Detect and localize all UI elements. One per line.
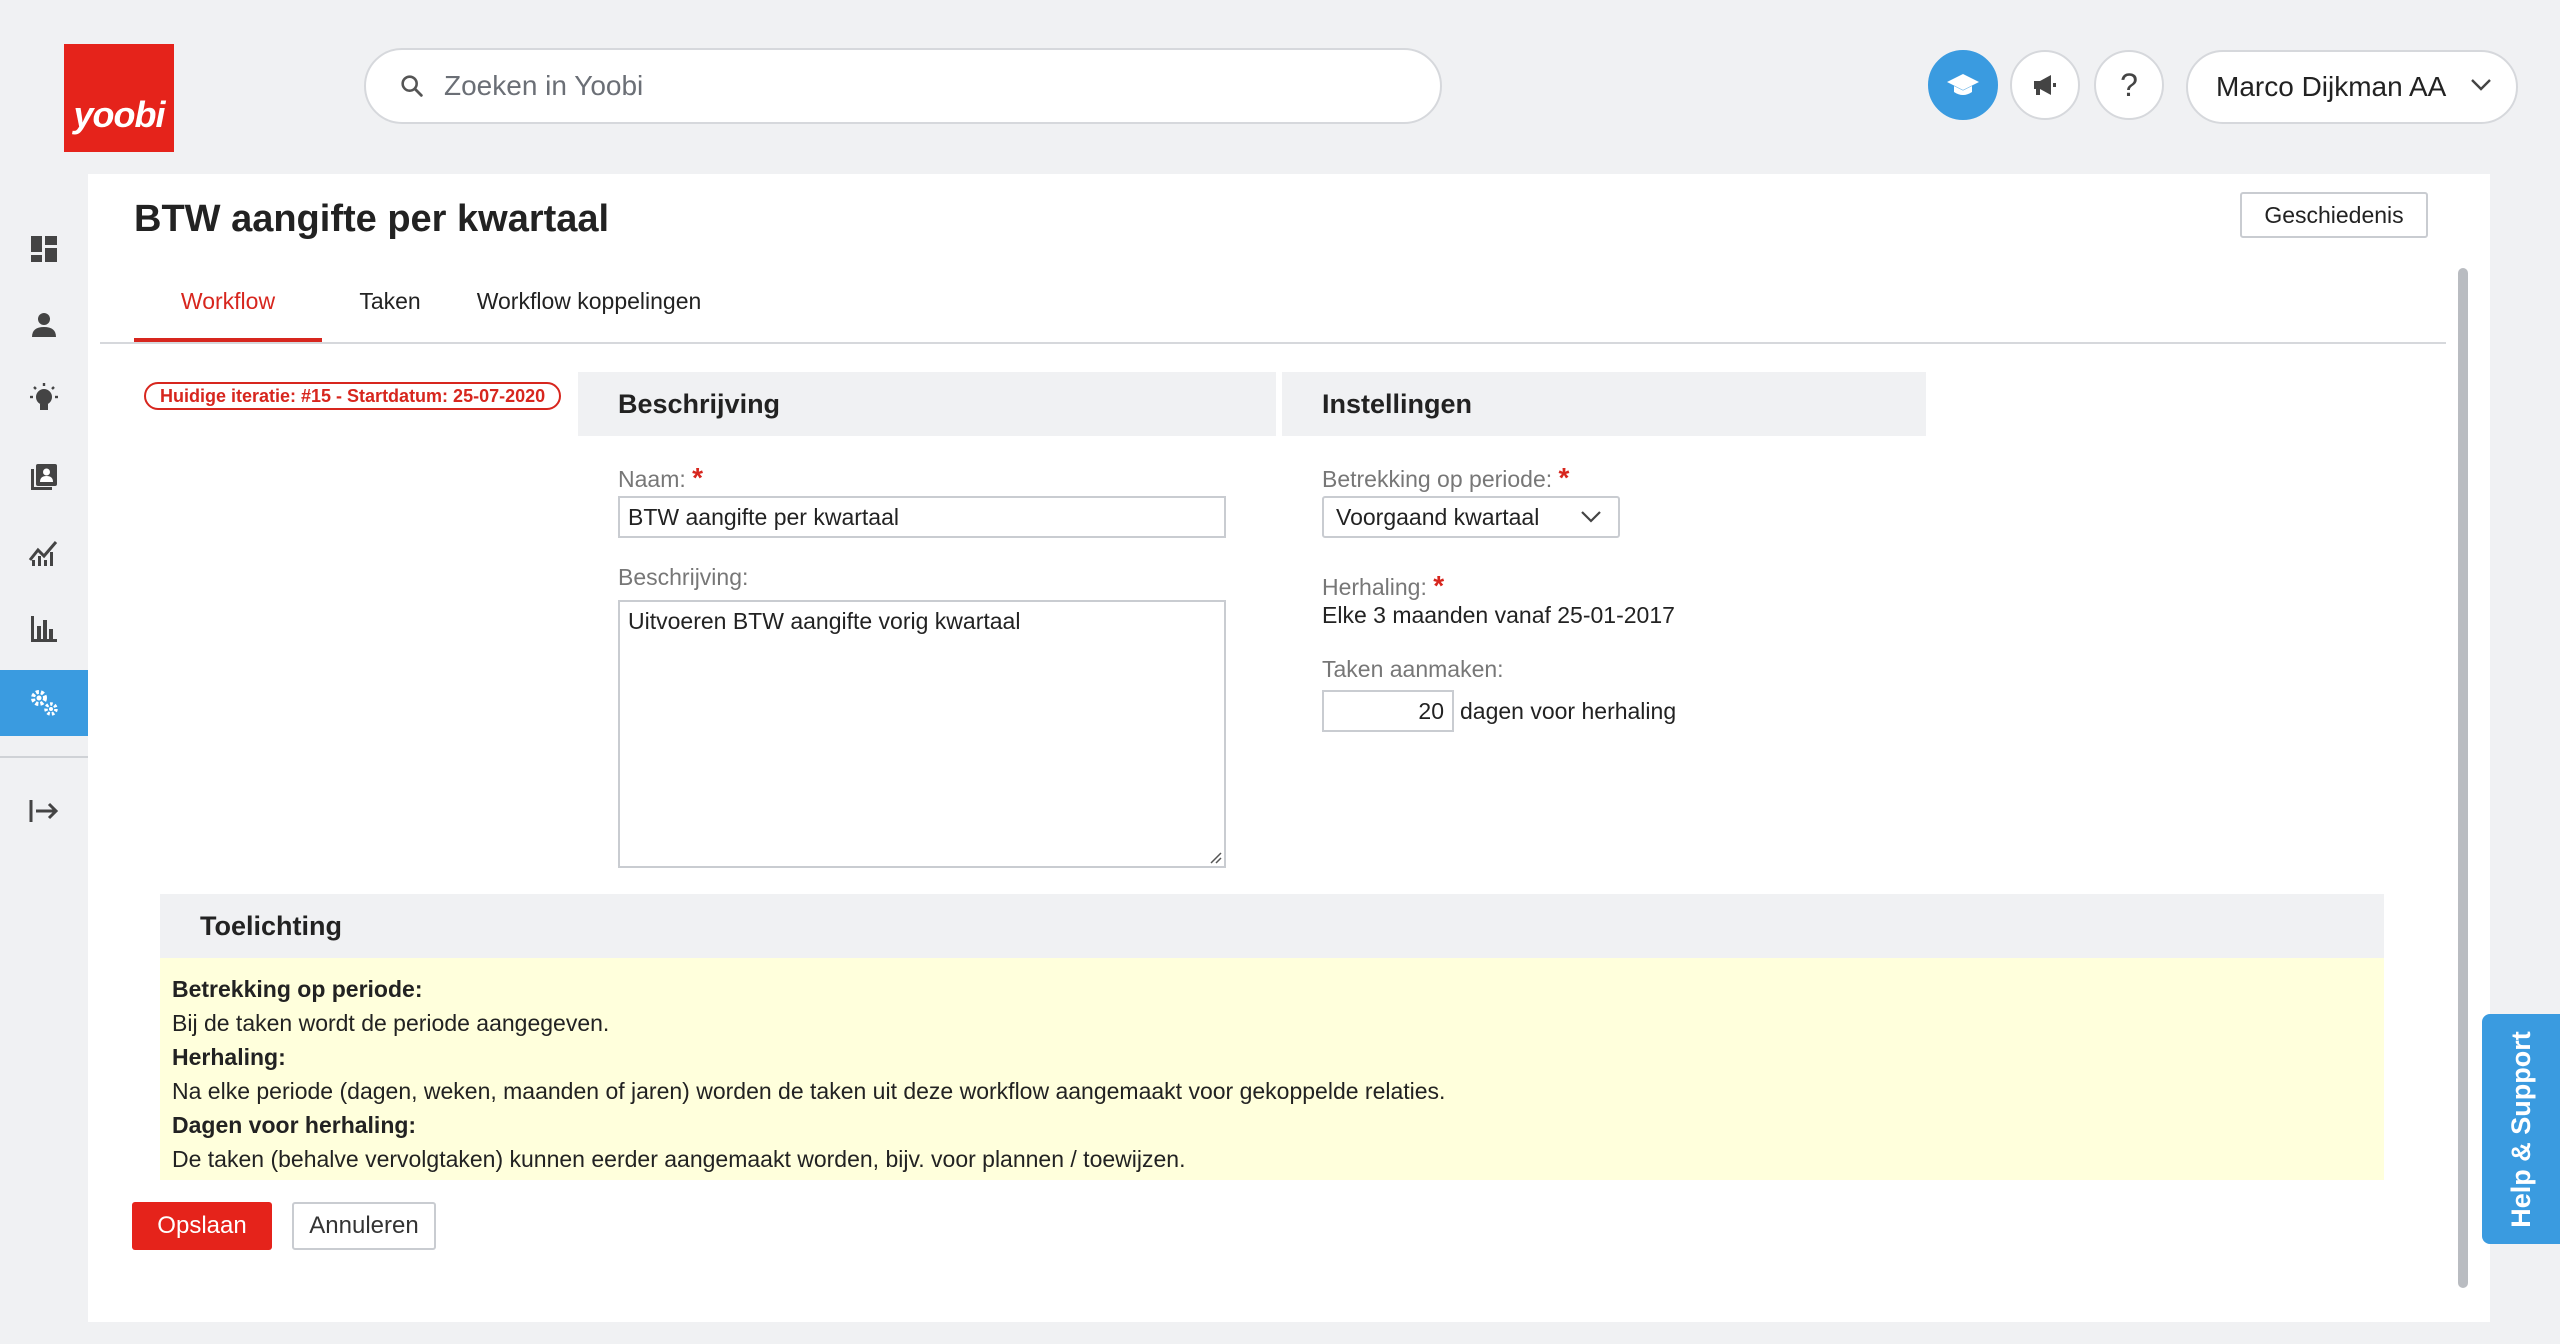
explanation-section-title: Toelichting: [160, 894, 2384, 958]
user-name: Marco Dijkman AA: [2216, 71, 2447, 102]
sidebar-item-ideas[interactable]: [0, 366, 88, 432]
person-icon: [32, 313, 56, 337]
megaphone-icon: [2034, 75, 2056, 95]
explanation-box: Betrekking op periode: Bij de taken word…: [160, 958, 2384, 1180]
description-text: Uitvoeren BTW aangifte vorig kwartaal: [628, 608, 1021, 634]
repeat-value: Elke 3 maanden vanaf 25-01-2017: [1322, 602, 1675, 628]
dashboard-icon: [31, 236, 57, 262]
logout-arrow-icon: [29, 800, 59, 822]
name-label-text: Naam:: [618, 466, 686, 492]
user-menu[interactable]: Marco Dijkman AA: [2186, 50, 2518, 124]
explanation-heading: Betrekking op periode:: [172, 976, 423, 1002]
search-icon: [401, 75, 423, 97]
sidebar-item-relations[interactable]: [0, 292, 88, 358]
trending-chart-icon: [28, 541, 58, 566]
tab-workflow[interactable]: Workflow: [134, 274, 322, 342]
contacts-book-icon: [31, 464, 57, 490]
name-label: Naam: *: [618, 462, 703, 494]
resize-grip-icon[interactable]: [1208, 850, 1222, 864]
settings-gears-icon: [31, 690, 58, 716]
explanation-text: De taken (behalve vervolgtaken) kunnen e…: [172, 1146, 1186, 1172]
history-button[interactable]: Geschiedenis: [2240, 192, 2428, 238]
chevron-down-icon: [1581, 511, 1601, 523]
graduation-cap-icon: [1947, 74, 1979, 95]
lightbulb-icon: [30, 383, 58, 410]
period-label: Betrekking op periode: *: [1322, 462, 1569, 494]
sidebar-item-contacts[interactable]: [0, 444, 88, 510]
required-mark: *: [1558, 462, 1570, 493]
name-input[interactable]: BTW aangifte per kwartaal: [618, 496, 1226, 538]
description-section-title: Beschrijving: [578, 372, 1276, 436]
yoobi-logo[interactable]: yoobi: [64, 44, 174, 152]
explanation-text: Bij de taken wordt de periode aangegeven…: [172, 1010, 610, 1036]
search-input[interactable]: [444, 70, 1344, 102]
iteration-badge: Huidige iteratie: #15 - Startdatum: 25-0…: [144, 382, 562, 410]
scrollbar-thumb[interactable]: [2458, 268, 2468, 1288]
settings-section-title: Instellingen: [1282, 372, 1926, 436]
create-days-input[interactable]: 20: [1322, 690, 1454, 732]
description-textarea[interactable]: Uitvoeren BTW aangifte vorig kwartaal: [618, 600, 1226, 868]
required-mark: *: [1433, 570, 1445, 601]
explanation-heading: Herhaling:: [172, 1044, 286, 1070]
repeat-label-text: Herhaling:: [1322, 574, 1427, 600]
sidebar-item-reports[interactable]: [0, 596, 88, 662]
sidebar-item-dashboard[interactable]: [0, 216, 88, 282]
sidebar-item-logout[interactable]: [0, 778, 88, 844]
tab-workflow-koppelingen[interactable]: Workflow koppelingen: [458, 274, 720, 342]
description-label: Beschrijving:: [618, 564, 749, 590]
page-title: BTW aangifte per kwartaal: [134, 198, 610, 240]
explanation-text: Na elke periode (dagen, weken, maanden o…: [172, 1078, 1446, 1104]
help-support-tab[interactable]: Help & Support: [2482, 1014, 2560, 1244]
sidebar-divider: [0, 756, 88, 758]
create-tasks-label: Taken aanmaken:: [1322, 656, 1504, 682]
repeat-label: Herhaling: *: [1322, 570, 1444, 602]
required-mark: *: [692, 462, 704, 493]
period-label-text: Betrekking op periode:: [1322, 466, 1553, 492]
explanation-heading: Dagen voor herhaling:: [172, 1112, 417, 1138]
help-button[interactable]: ?: [2094, 50, 2164, 120]
period-select[interactable]: Voorgaand kwartaal: [1322, 496, 1620, 538]
academy-button[interactable]: [1928, 50, 1998, 120]
period-select-value: Voorgaand kwartaal: [1336, 504, 1540, 530]
cancel-button[interactable]: Annuleren: [292, 1202, 436, 1250]
bar-chart-icon: [31, 616, 57, 642]
announcements-button[interactable]: [2010, 50, 2080, 120]
save-button[interactable]: Opslaan: [132, 1202, 272, 1250]
tab-divider: [100, 342, 2446, 344]
sidebar-item-analysis[interactable]: [0, 520, 88, 586]
search-bar[interactable]: [364, 48, 1442, 124]
tab-taken[interactable]: Taken: [322, 274, 458, 342]
sidebar-item-settings[interactable]: [0, 670, 88, 736]
main-panel: BTW aangifte per kwartaal Geschiedenis W…: [88, 174, 2490, 1322]
question-mark-icon: ?: [2120, 66, 2138, 103]
chevron-down-icon: [2471, 79, 2491, 91]
help-support-label: Help & Support: [2505, 1030, 2536, 1228]
create-days-suffix: dagen voor herhaling: [1460, 698, 1677, 724]
logo-text: yoobi: [73, 94, 166, 135]
